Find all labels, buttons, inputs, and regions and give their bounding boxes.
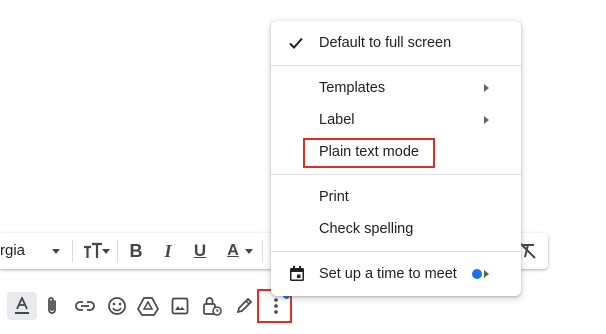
- menu-item-check-spelling[interactable]: Check spelling: [271, 214, 521, 244]
- menu-item-set-up-meeting[interactable]: Set up a time to meet: [271, 259, 521, 289]
- menu-divider: [271, 251, 521, 252]
- drive-icon: [137, 297, 159, 316]
- chevron-right-icon: [484, 84, 489, 92]
- paperclip-icon: [48, 297, 56, 314]
- checkmark-icon: [289, 37, 303, 49]
- chevron-right-icon: [484, 270, 489, 278]
- menu-item-print[interactable]: Print: [271, 182, 521, 212]
- attach-files-button[interactable]: [37, 288, 67, 324]
- toolbar-divider: [262, 240, 263, 262]
- menu-divider: [271, 65, 521, 66]
- photo-icon: [171, 297, 189, 315]
- underline-icon: U: [193, 241, 207, 260]
- text-color-icon: A: [227, 242, 239, 259]
- menu-item-label: Check spelling: [319, 221, 414, 237]
- chevron-down-icon: [245, 249, 253, 254]
- lock-clock-icon: [203, 297, 222, 316]
- menu-item-templates[interactable]: Templates: [271, 73, 521, 103]
- italic-button[interactable]: I: [153, 233, 183, 269]
- font-family-select[interactable]: rgia: [0, 242, 25, 259]
- menu-item-label: Templates: [319, 80, 386, 96]
- menu-item-label: Print: [319, 189, 349, 205]
- chevron-right-icon: [484, 116, 489, 124]
- remove-format-icon: [520, 243, 536, 259]
- menu-divider: [271, 174, 521, 175]
- pen-icon: [236, 297, 253, 314]
- text-color-button[interactable]: A: [217, 233, 257, 269]
- italic-icon: I: [164, 240, 172, 261]
- font-size-button[interactable]: [78, 233, 112, 269]
- insert-emoji-button[interactable]: [102, 288, 132, 324]
- format-text-icon: [15, 297, 29, 314]
- menu-item-default-full-screen[interactable]: Default to full screen: [271, 28, 521, 58]
- bold-button[interactable]: B: [121, 233, 151, 269]
- confidential-mode-button[interactable]: [197, 288, 227, 324]
- menu-item-label: Label: [319, 112, 355, 128]
- underline-button[interactable]: U: [185, 233, 215, 269]
- menu-item-label: Set up a time to meet: [319, 266, 457, 282]
- insert-signature-button[interactable]: [229, 288, 259, 324]
- menu-item-label: Default to full screen: [319, 35, 452, 51]
- formatting-options-button[interactable]: [7, 292, 37, 320]
- insert-photo-button[interactable]: [165, 288, 195, 324]
- highlight-box-plain-text: [303, 138, 435, 168]
- emoji-icon: [108, 297, 126, 315]
- menu-item-label-submenu[interactable]: Label: [271, 105, 521, 135]
- insert-drive-button[interactable]: [133, 288, 163, 324]
- bold-icon: B: [129, 240, 143, 261]
- chevron-down-icon: [102, 249, 110, 254]
- link-icon: [75, 301, 95, 311]
- insert-link-button[interactable]: [70, 288, 100, 324]
- toolbar-divider: [72, 240, 73, 262]
- calendar-icon: [290, 266, 304, 281]
- more-options-menu: Default to full screen Templates Label P…: [271, 21, 521, 296]
- chevron-down-icon: [52, 249, 60, 254]
- new-feature-dot: [472, 269, 482, 279]
- toolbar-divider: [117, 240, 118, 262]
